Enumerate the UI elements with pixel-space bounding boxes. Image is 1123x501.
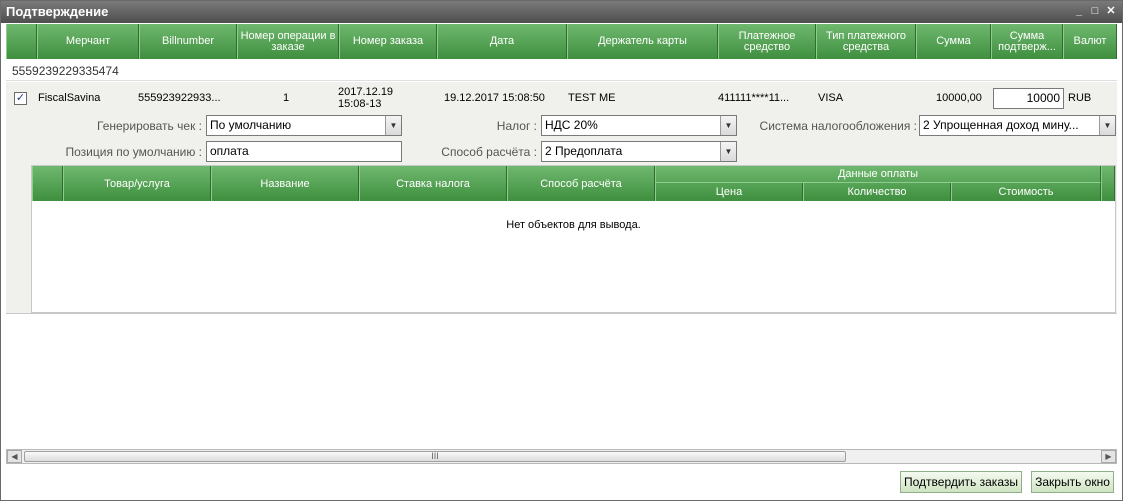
empty-message: Нет объектов для вывода. xyxy=(506,219,641,231)
tax-system-value: 2 Упрощенная доход мину... xyxy=(923,118,1079,132)
column-header-confirm-amount[interactable]: Сумма подтверж... xyxy=(991,24,1063,59)
items-header-quantity[interactable]: Количество xyxy=(803,183,951,201)
items-header-tax-rate[interactable]: Ставка налога xyxy=(359,166,507,201)
chevron-down-icon[interactable]: ▼ xyxy=(720,116,736,135)
items-header-price[interactable]: Цена xyxy=(655,183,803,201)
column-header-date[interactable]: Дата xyxy=(437,24,567,59)
items-header-payment-method[interactable]: Способ расчёта xyxy=(507,166,655,201)
column-header-select[interactable] xyxy=(6,24,37,59)
scroll-right-icon[interactable]: ▶ xyxy=(1101,450,1116,463)
cell-order-number: 2017.12.19 15:08-13 xyxy=(338,86,394,110)
column-header-order-number[interactable]: Номер заказа xyxy=(339,24,437,59)
group-label: 5559239229335474 xyxy=(12,64,119,78)
cell-merchant: FiscalSavina xyxy=(38,92,101,104)
tax-value: НДС 20% xyxy=(545,118,598,132)
items-header-spacer xyxy=(1101,166,1115,201)
default-position-input[interactable]: оплата xyxy=(206,141,402,162)
maximize-icon[interactable]: □ xyxy=(1088,4,1102,18)
tax-system-select[interactable]: 2 Упрощенная доход мину... ▼ xyxy=(919,115,1116,136)
scroll-left-icon[interactable]: ◀ xyxy=(7,450,22,463)
confirm-orders-button[interactable]: Подтвердить заказы xyxy=(900,471,1022,493)
horizontal-scrollbar[interactable]: ◀ III ▶ xyxy=(6,449,1117,464)
payment-method-select[interactable]: 2 Предоплата ▼ xyxy=(541,141,737,162)
chevron-down-icon[interactable]: ▼ xyxy=(720,142,736,161)
tax-system-label: Система налогообложения : xyxy=(759,119,917,133)
cell-op-number: 1 xyxy=(283,92,290,104)
column-header-billnumber[interactable]: Billnumber xyxy=(139,24,237,59)
items-header-name[interactable]: Название xyxy=(211,166,359,201)
orders-grid-header: Мерчант Billnumber Номер операции в зака… xyxy=(6,24,1117,59)
column-header-op-number[interactable]: Номер операции в заказе xyxy=(237,24,339,59)
group-row: 5559239229335474 xyxy=(6,61,1117,81)
receipt-label: Генерировать чек : xyxy=(97,119,202,133)
tax-label: Налог : xyxy=(496,119,537,133)
confirm-amount-input[interactable]: 10000 xyxy=(993,88,1064,109)
close-window-button[interactable]: Закрыть окно xyxy=(1031,471,1114,493)
minimize-icon[interactable]: _ xyxy=(1072,4,1086,18)
items-table: Товар/услуга Название Ставка налога Спос… xyxy=(31,165,1116,313)
chevron-down-icon[interactable]: ▼ xyxy=(385,116,401,135)
column-header-card-holder[interactable]: Держатель карты xyxy=(567,24,718,59)
column-header-amount[interactable]: Сумма xyxy=(916,24,991,59)
cell-date: 19.12.2017 15:08:50 xyxy=(444,92,545,104)
cell-billnumber: 555923922933... xyxy=(138,92,221,104)
items-header-product[interactable]: Товар/услуга xyxy=(63,166,211,201)
chevron-down-icon[interactable]: ▼ xyxy=(1099,116,1115,135)
items-header-select[interactable] xyxy=(32,166,63,201)
cell-currency: RUB xyxy=(1068,92,1092,104)
cell-card-holder: TEST ME xyxy=(568,92,616,104)
column-header-currency[interactable]: Валют xyxy=(1063,24,1117,59)
order-row-area: ✓ FiscalSavina 555923922933... 1 2017.12… xyxy=(6,82,1117,314)
row-checkbox[interactable]: ✓ xyxy=(14,92,27,105)
cell-card-type: VISA xyxy=(818,92,844,104)
scroll-thumb[interactable]: III xyxy=(24,451,846,462)
column-header-payment-type[interactable]: Тип платежного средства xyxy=(816,24,916,59)
tax-select[interactable]: НДС 20% ▼ xyxy=(541,115,737,136)
default-position-label: Позиция по умолчанию : xyxy=(65,145,202,159)
payment-method-value: 2 Предоплата xyxy=(545,144,623,158)
payment-method-label: Способ расчёта : xyxy=(441,145,537,159)
close-icon[interactable]: ✕ xyxy=(1104,4,1118,18)
column-header-payment-means[interactable]: Платежное средство xyxy=(718,24,816,59)
confirmation-window: Подтверждение _ □ ✕ Мерчант Billnumber Н… xyxy=(0,0,1123,501)
title-bar: Подтверждение _ □ ✕ xyxy=(1,1,1122,23)
cell-card: 411111****11... xyxy=(718,92,790,104)
receipt-value: По умолчанию xyxy=(210,118,292,132)
items-header-payment-data: Данные оплаты xyxy=(655,166,1101,183)
receipt-select[interactable]: По умолчанию ▼ xyxy=(206,115,402,136)
column-header-merchant[interactable]: Мерчант xyxy=(37,24,139,59)
window-title: Подтверждение xyxy=(6,4,109,19)
cell-amount: 10000,00 xyxy=(936,92,982,104)
items-header-cost[interactable]: Стоимость xyxy=(951,183,1101,201)
items-table-header: Товар/услуга Название Ставка налога Спос… xyxy=(32,166,1115,201)
